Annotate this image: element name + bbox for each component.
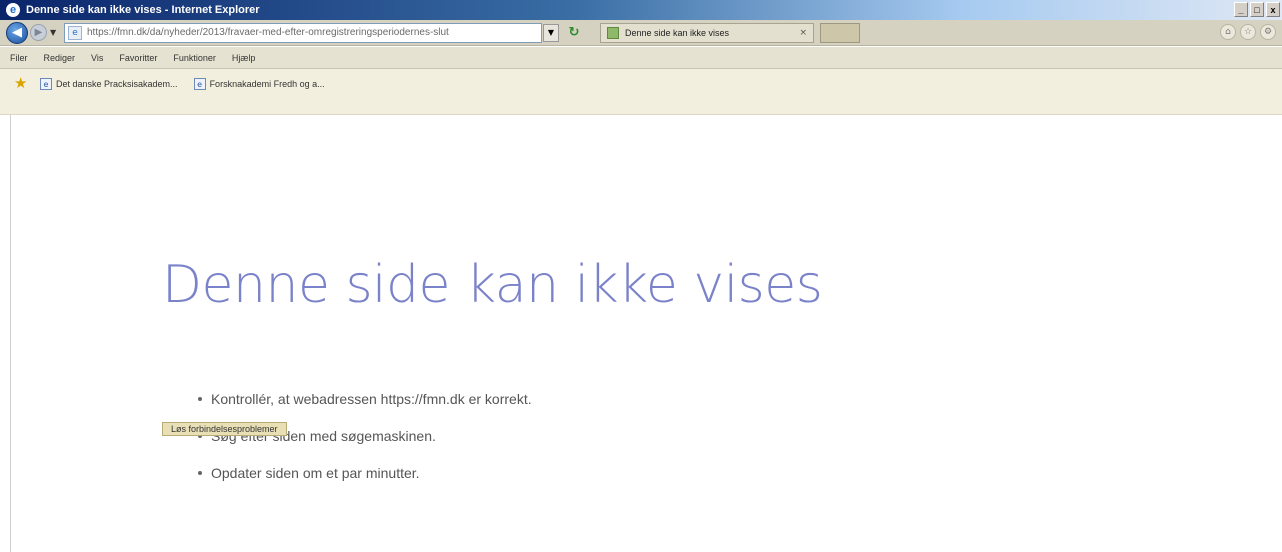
fix-connection-button[interactable]: Løs forbindelsesproblemer	[162, 422, 287, 436]
title-bar[interactable]: e Denne side kan ikke vises - Internet E…	[0, 0, 1282, 20]
favorite-label: Det danske Pracksisakadem...	[56, 79, 178, 89]
tab-page-icon	[607, 26, 619, 39]
favorites-star-icon[interactable]: ☆	[1240, 24, 1256, 40]
window-title: Denne side kan ikke vises - Internet Exp…	[26, 4, 260, 16]
menu-favorites[interactable]: Favoritter	[119, 53, 157, 63]
back-button[interactable]: ◀	[6, 21, 28, 44]
menu-view[interactable]: Vis	[91, 53, 103, 63]
forward-button[interactable]: ▶	[30, 24, 47, 41]
page-icon: e	[68, 25, 82, 40]
window-controls: _ □ x	[1234, 2, 1280, 17]
close-button[interactable]: x	[1266, 2, 1280, 17]
suggestion-text: Opdater siden om et par minutter.	[211, 464, 420, 481]
tab-label: Denne side kan ikke vises	[625, 27, 730, 38]
address-url[interactable]: https://fmn.dk/da/nyheder/2013/fravaer-m…	[87, 27, 527, 38]
tab-close-icon[interactable]: ×	[799, 28, 807, 38]
favorite-page-icon: e	[193, 78, 206, 90]
favorite-link[interactable]: e Det danske Pracksisakadem...	[40, 75, 184, 93]
refresh-icon[interactable]: ↻	[566, 25, 582, 41]
navigation-bar: ◀ ▶ ▼ e https://fmn.dk/da/nyheder/2013/f…	[0, 20, 1282, 46]
new-tab-button[interactable]	[820, 22, 860, 43]
content-border	[10, 115, 11, 552]
menu-help[interactable]: Hjælp	[232, 53, 256, 63]
list-item: Kontrollér, at webadressen https://fmn.d…	[198, 380, 532, 417]
minimize-button[interactable]: _	[1234, 2, 1248, 17]
favorites-star-icon[interactable]: ★	[14, 75, 30, 91]
maximize-button[interactable]: □	[1250, 2, 1264, 17]
gear-icon[interactable]: ⚙	[1260, 24, 1276, 40]
page-content: Denne side kan ikke vises Kontrollér, at…	[0, 115, 1282, 552]
bullet-icon	[198, 396, 202, 401]
menu-file[interactable]: Filer	[10, 53, 28, 63]
favorite-label: Forsknakademi Fredh og a...	[209, 79, 325, 89]
suggestion-text: Kontrollér, at webadressen https://fmn.d…	[211, 390, 532, 407]
recent-pages-dropdown[interactable]: ▼	[50, 28, 60, 37]
menu-edit[interactable]: Rediger	[44, 53, 76, 63]
bullet-icon	[198, 470, 202, 475]
favorite-page-icon: e	[40, 78, 52, 90]
favorites-bar: ★ e Det danske Pracksisakadem... e Forsk…	[0, 69, 1282, 115]
menu-bar: Filer Rediger Vis Favoritter Funktioner …	[0, 47, 1282, 69]
home-icon[interactable]: ⌂	[1220, 24, 1236, 40]
internet-explorer-icon: e	[6, 3, 20, 17]
tab-active[interactable]: Denne side kan ikke vises ×	[600, 22, 814, 43]
list-item: Opdater siden om et par minutter.	[198, 454, 532, 491]
address-bar[interactable]: e https://fmn.dk/da/nyheder/2013/fravaer…	[64, 22, 559, 43]
favorite-link[interactable]: e Forsknakademi Fredh og a...	[193, 75, 331, 93]
menu-tools[interactable]: Funktioner	[173, 53, 216, 63]
browser-window: e Denne side kan ikke vises - Internet E…	[0, 0, 1282, 552]
address-dropdown-icon[interactable]: ▼	[543, 23, 559, 42]
error-heading: Denne side kan ikke vises	[162, 255, 823, 315]
toolbar-icons: ⌂ ☆ ⚙	[1220, 24, 1276, 40]
